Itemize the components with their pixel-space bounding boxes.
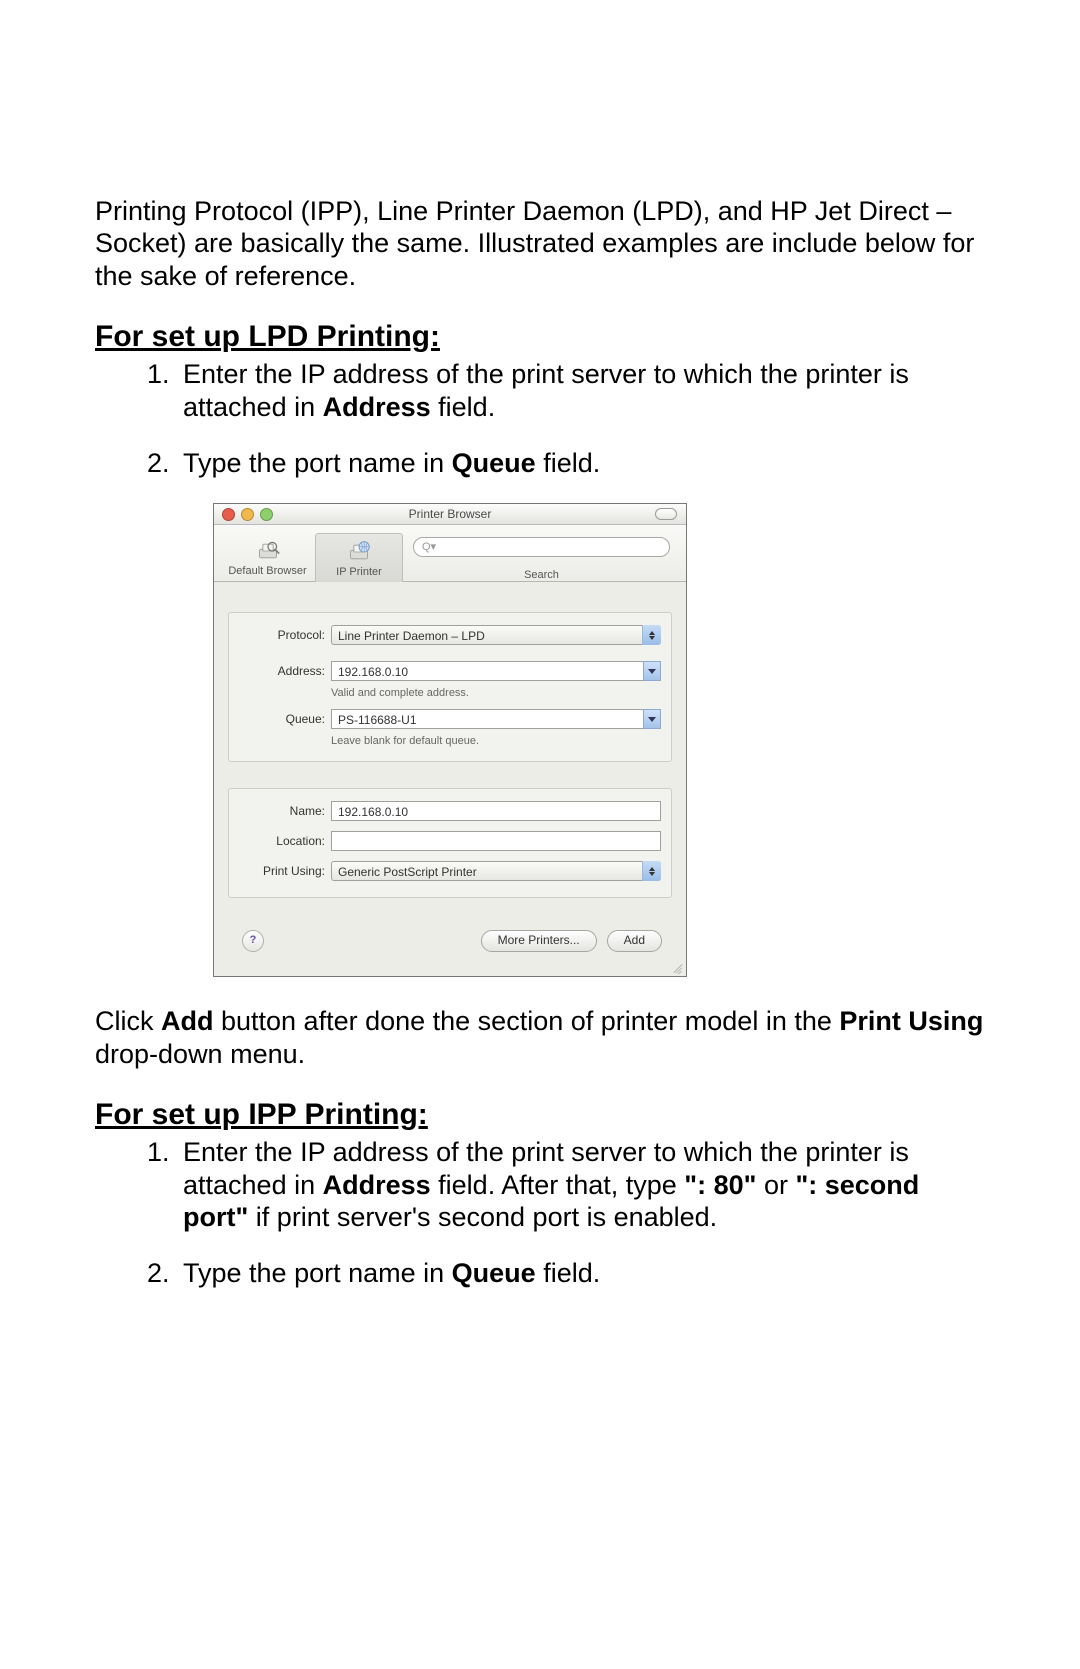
- search-area: Q▾ Search: [403, 531, 680, 581]
- print-using-label: Print Using:: [239, 864, 331, 878]
- address-input[interactable]: 192.168.0.10: [331, 661, 661, 681]
- location-label: Location:: [239, 834, 331, 848]
- lpd-step-1: Enter the IP address of the print server…: [177, 358, 985, 423]
- address-label: Address:: [239, 664, 331, 678]
- heading-lpd: For set up LPD Printing:: [95, 320, 985, 354]
- queue-hint: Leave blank for default queue.: [239, 733, 661, 749]
- search-label: Search: [413, 569, 670, 581]
- stepper-icon[interactable]: [642, 861, 661, 881]
- ipp-step-1: Enter the IP address of the print server…: [177, 1136, 985, 1233]
- stepper-icon[interactable]: [642, 625, 661, 645]
- print-using-select[interactable]: Generic PostScript Printer: [331, 861, 661, 881]
- bottom-bar: ? More Printers... Add: [228, 924, 672, 962]
- search-placeholder: Q▾: [422, 541, 436, 553]
- name-input[interactable]: 192.168.0.10: [331, 801, 661, 821]
- address-hint: Valid and complete address.: [239, 685, 661, 709]
- titlebar: Printer Browser: [214, 504, 686, 525]
- tab-ip-printer[interactable]: IP Printer: [315, 533, 403, 582]
- tab-default-browser[interactable]: Default Browser: [220, 535, 315, 581]
- heading-ipp: For set up IPP Printing:: [95, 1098, 985, 1132]
- intro-paragraph: Printing Protocol (IPP), Line Printer Da…: [95, 195, 985, 292]
- queue-label: Queue:: [239, 712, 331, 726]
- ipp-step-2: Type the port name in Queue field.: [177, 1257, 985, 1289]
- printer-search-icon: [254, 539, 282, 563]
- protocol-select[interactable]: Line Printer Daemon – LPD: [331, 625, 661, 645]
- help-button[interactable]: ?: [242, 930, 264, 952]
- resize-handle-icon[interactable]: [672, 962, 684, 974]
- tab-label: IP Printer: [316, 566, 402, 578]
- protocol-label: Protocol:: [239, 628, 331, 642]
- dropdown-icon[interactable]: [643, 709, 661, 729]
- document-page: Printing Protocol (IPP), Line Printer Da…: [0, 0, 1080, 1414]
- after-window-paragraph: Click Add button after done the section …: [95, 1005, 985, 1070]
- connection-group: Protocol: Line Printer Daemon – LPD Addr…: [228, 612, 672, 762]
- lpd-steps: Enter the IP address of the print server…: [95, 358, 985, 479]
- printer-browser-window: Printer Browser Default Browser: [213, 503, 687, 977]
- window-title: Printer Browser: [214, 507, 686, 521]
- dropdown-icon[interactable]: [643, 661, 661, 681]
- lpd-step-2: Type the port name in Queue field.: [177, 447, 985, 479]
- naming-group: Name: 192.168.0.10 Location: Print Using…: [228, 788, 672, 898]
- ipp-steps: Enter the IP address of the print server…: [95, 1136, 985, 1290]
- printer-globe-icon: [345, 540, 373, 564]
- more-printers-button[interactable]: More Printers...: [481, 930, 597, 952]
- search-input[interactable]: Q▾: [413, 537, 670, 557]
- queue-input[interactable]: PS-116688-U1: [331, 709, 661, 729]
- form-area: Protocol: Line Printer Daemon – LPD Addr…: [214, 582, 686, 976]
- toolbar-toggle-icon[interactable]: [655, 508, 677, 520]
- location-input[interactable]: [331, 831, 661, 851]
- toolbar: Default Browser IP Printer Q▾ Search: [214, 525, 686, 582]
- tab-label: Default Browser: [220, 565, 315, 577]
- add-button[interactable]: Add: [607, 930, 662, 952]
- name-label: Name:: [239, 804, 331, 818]
